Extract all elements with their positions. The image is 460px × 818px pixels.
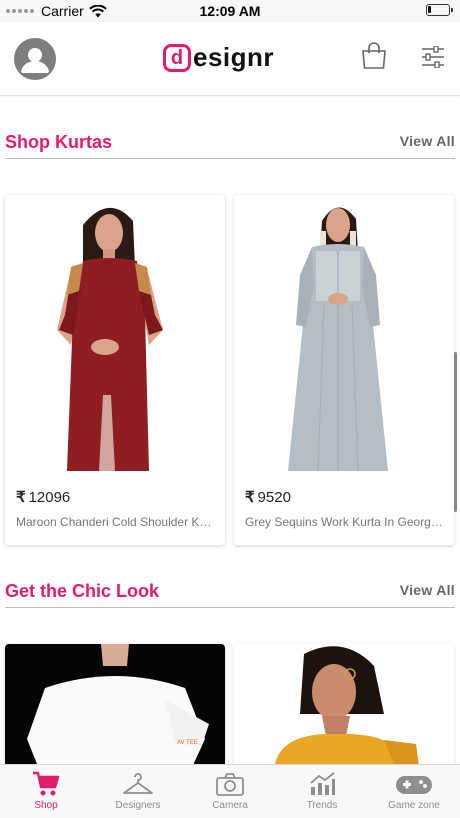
price-value: 12096 (28, 488, 71, 506)
tab-shop[interactable]: Shop (0, 765, 92, 818)
tab-camera[interactable]: Camera (184, 765, 276, 818)
look-card[interactable] (234, 644, 454, 774)
product-image (5, 195, 225, 471)
gamepad-icon (396, 776, 432, 794)
tab-label: Designers (115, 800, 161, 811)
app-header: d esignr (0, 22, 460, 96)
look-card[interactable]: AV TEE (5, 644, 225, 774)
status-bar: Carrier 12:09 AM (0, 0, 460, 22)
bottom-tab-bar: Shop Designers Camera Trends Game zone (0, 764, 460, 818)
tab-label: Game zone (388, 800, 440, 811)
trends-chart-icon (310, 772, 335, 795)
rupee-icon: ₹ (245, 489, 255, 506)
tab-game-zone[interactable]: Game zone (368, 765, 460, 818)
section-header-shop-kurtas: Shop Kurtas View All (5, 129, 455, 159)
logo-mark: d (163, 43, 191, 72)
tab-trends[interactable]: Trends (276, 765, 368, 818)
price-value: 9520 (257, 488, 291, 506)
svg-text:AV TEE: AV TEE (177, 740, 198, 746)
product-name: Maroon Chanderi Cold Shoulder Kurta (16, 515, 216, 529)
tab-label: Camera (212, 800, 248, 811)
scroll-indicator (454, 352, 457, 512)
tab-label: Shop (34, 800, 58, 811)
hanger-icon (123, 773, 153, 794)
product-price: ₹ 12096 (16, 488, 71, 507)
designr-logo: d esignr (163, 42, 274, 73)
product-card[interactable]: ₹ 12096 Maroon Chanderi Cold Shoulder Ku… (5, 195, 225, 545)
product-card[interactable]: ₹ 9520 Grey Sequins Work Kurta In George… (234, 195, 454, 545)
section-title: Get the Chic Look (5, 581, 160, 601)
cart-icon (33, 771, 60, 796)
look-image: AV TEE (5, 644, 225, 774)
tab-designers[interactable]: Designers (92, 765, 184, 818)
shopping-bag-icon[interactable] (361, 42, 387, 75)
section-title: Shop Kurtas (5, 132, 113, 152)
look-image (234, 644, 454, 774)
status-time: 12:09 AM (199, 3, 261, 19)
rupee-icon: ₹ (16, 489, 26, 506)
camera-icon (216, 773, 244, 796)
logo-text: esignr (193, 42, 275, 72)
tab-label: Trends (306, 800, 338, 811)
filter-sliders-icon[interactable] (421, 45, 445, 73)
product-price: ₹ 9520 (245, 488, 291, 507)
product-image (234, 195, 454, 471)
view-all-link[interactable]: View All (400, 133, 455, 149)
view-all-link[interactable]: View All (400, 582, 455, 598)
product-name: Grey Sequins Work Kurta In Georgette (245, 515, 445, 529)
section-header-chic-look: Get the Chic Look View All (5, 578, 455, 608)
battery-icon (426, 4, 453, 16)
avatar-icon[interactable] (14, 38, 56, 80)
